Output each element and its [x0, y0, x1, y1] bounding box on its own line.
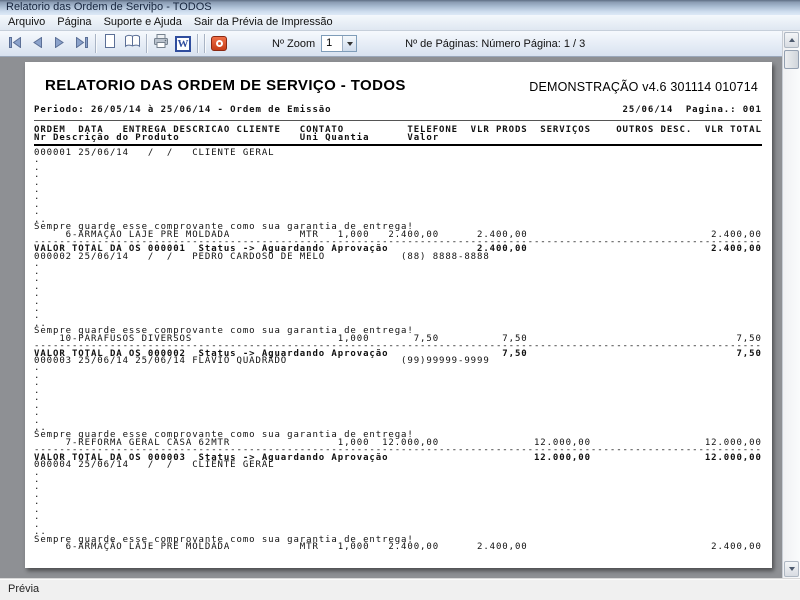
- report-line: .: [34, 165, 766, 172]
- report-line: .: [34, 187, 766, 194]
- report-line: .: [34, 299, 766, 306]
- two-page-view-button[interactable]: [121, 33, 143, 55]
- scroll-up-button[interactable]: [784, 32, 799, 48]
- toolbar-separator: [146, 34, 147, 53]
- report-rule: [34, 114, 766, 127]
- vertical-scrollbar[interactable]: [782, 31, 800, 578]
- report-line: .: [34, 470, 766, 477]
- next-page-icon: [53, 35, 66, 53]
- zoom-label: Nº Zoom: [272, 38, 315, 50]
- first-page-button[interactable]: [4, 33, 26, 55]
- report-line: 000001 25/06/14 / / CLIENTE GERAL: [34, 150, 766, 157]
- report-line: .: [34, 395, 766, 402]
- window-title: Relatorio das Ordem de Serviþo - TODOS: [6, 1, 212, 13]
- report-line: .: [34, 365, 766, 372]
- chevron-down-icon[interactable]: [342, 36, 356, 51]
- report-header: RELATORIO DAS ORDEM DE SERVIÇO - TODOS D…: [45, 77, 758, 94]
- menu-pagina[interactable]: Página: [51, 15, 97, 30]
- report-line: .: [34, 313, 766, 320]
- zoom-value: 1: [322, 36, 342, 51]
- statusbar: Prévia: [0, 578, 800, 600]
- next-page-button[interactable]: [48, 33, 70, 55]
- report-line: .: [34, 261, 766, 268]
- report-line: .: [34, 291, 766, 298]
- single-page-view-button[interactable]: [99, 33, 121, 55]
- report-line: .: [34, 269, 766, 276]
- pages-info: Nº de Páginas: Número Página: 1 / 3: [405, 38, 585, 50]
- toolbar-separator: [95, 34, 96, 53]
- report-line: .: [34, 194, 766, 201]
- report-line: .: [34, 507, 766, 514]
- report-line: .: [34, 157, 766, 164]
- previous-page-button[interactable]: [26, 33, 48, 55]
- report-line: .: [34, 180, 766, 187]
- preview-area: RELATORIO DAS ORDEM DE SERVIÇO - TODOS D…: [0, 58, 782, 578]
- report-line: .: [34, 403, 766, 410]
- menu-arquivo[interactable]: Arquivo: [2, 15, 51, 30]
- report-line: .: [34, 209, 766, 216]
- report-line: .: [34, 306, 766, 313]
- scroll-up-icon: [789, 38, 795, 42]
- report-line: .: [34, 499, 766, 506]
- close-preview-button[interactable]: [208, 33, 230, 55]
- report-line: 000003 25/06/14 25/06/14 FLAVIO QUADRADO…: [34, 358, 766, 365]
- report-line: .: [34, 276, 766, 283]
- print-button[interactable]: [150, 33, 172, 55]
- titlebar: Relatorio das Ordem de Serviþo - TODOS: [0, 0, 800, 15]
- report-line: 000002 25/06/14 / / PEDRO CARDOSO DE MEL…: [34, 254, 766, 261]
- report-line: .: [34, 522, 766, 529]
- report-line: .: [34, 388, 766, 395]
- single-page-icon: [102, 33, 118, 54]
- printer-icon: [153, 33, 169, 54]
- report-title: RELATORIO DAS ORDEM DE SERVIÇO - TODOS: [45, 77, 406, 94]
- first-page-icon: [8, 35, 23, 53]
- report-line: .: [34, 514, 766, 521]
- report-page: RELATORIO DAS ORDEM DE SERVIÇO - TODOS D…: [25, 62, 772, 568]
- close-preview-icon: [211, 36, 227, 51]
- two-page-icon: [124, 34, 141, 53]
- report-line: .: [34, 418, 766, 425]
- zoom-select[interactable]: 1: [321, 35, 357, 52]
- menu-sair-previa[interactable]: Sair da Prévia de Impressão: [188, 15, 339, 30]
- last-page-icon: [74, 35, 89, 53]
- menu-suporte-ajuda[interactable]: Suporte e Ajuda: [98, 15, 188, 30]
- report-line: 000004 25/06/14 / / CLIENTE GERAL: [34, 462, 766, 469]
- report-line: Periodo: 26/05/14 à 25/06/14 - Ordem de …: [34, 107, 766, 114]
- toolbar-separator: [197, 34, 198, 53]
- export-word-icon: W: [175, 36, 191, 52]
- report-line: Nr Descrição do Produto Uni Quantia Valo…: [34, 135, 766, 142]
- report-line: .: [34, 172, 766, 179]
- report-line: .: [34, 477, 766, 484]
- report-line: .: [34, 410, 766, 417]
- report-line: .: [34, 484, 766, 491]
- report-line: 6-ARMAÇÃO LAJE PRE MOLDADA MTR 1,000 2.4…: [34, 544, 766, 551]
- report-line: .: [34, 492, 766, 499]
- report-version: DEMONSTRAÇÃO v4.6 301114 010714: [529, 80, 758, 94]
- menubar: Arquivo Página Suporte e Ajuda Sair da P…: [0, 15, 800, 31]
- status-text: Prévia: [8, 583, 39, 595]
- toolbar: W Nº Zoom 1 Nº de Páginas: Número Página…: [0, 31, 782, 57]
- report-lines: Periodo: 26/05/14 à 25/06/14 - Ordem de …: [34, 107, 766, 551]
- export-word-button[interactable]: W: [172, 33, 194, 55]
- previous-page-icon: [31, 35, 44, 53]
- scroll-down-icon: [789, 567, 795, 571]
- toolbar-separator: [204, 34, 205, 53]
- report-line: .: [34, 373, 766, 380]
- report-line: .: [34, 284, 766, 291]
- report-line: .: [34, 380, 766, 387]
- report-line: .: [34, 202, 766, 209]
- last-page-button[interactable]: [70, 33, 92, 55]
- scroll-down-button[interactable]: [784, 561, 799, 577]
- report-rule: [34, 142, 766, 149]
- scrollbar-thumb[interactable]: [784, 50, 799, 69]
